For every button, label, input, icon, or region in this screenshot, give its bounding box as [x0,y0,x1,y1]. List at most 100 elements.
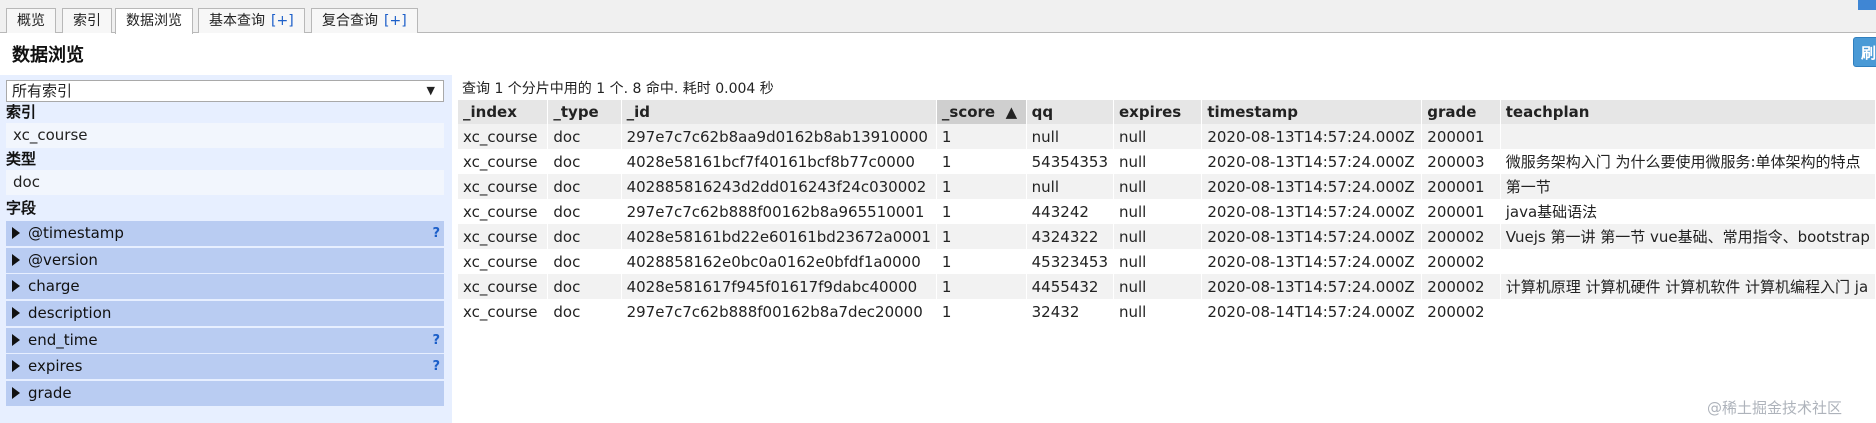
table-cell: 1 [936,224,1027,249]
type-heading: 类型 [6,150,37,168]
field-item-grade[interactable]: grade [6,381,444,407]
add-basic-query-link[interactable]: [+] [271,13,294,29]
index-filter-item[interactable]: xc_course [6,123,444,148]
table-row[interactable]: xc_course doc 4028e58161bcf7f40161bcf8b77c… [458,149,1876,174]
column-header-index[interactable]: _index [458,100,549,124]
table-cell: 1 [936,249,1027,274]
field-item-description[interactable]: description [6,301,444,327]
field-item-expires[interactable]: expires ? [6,354,444,380]
table-row[interactable]: xc_course doc 4028858162e0bc0a0162e0bfdf1a… [458,249,1876,274]
table-cell: 1 [936,299,1027,324]
table-cell: null [1113,249,1202,274]
field-name: description [28,304,112,323]
field-item-charge[interactable]: charge [6,274,444,300]
table-cell: 200002 [1421,249,1501,274]
table-cell: doc [547,174,622,199]
tab-overview[interactable]: 概览 [6,8,56,33]
column-header-expires[interactable]: expires [1113,100,1203,124]
field-name: charge [28,277,80,296]
table-cell: 443242 [1026,199,1114,224]
table-cell: 200002 [1421,299,1501,324]
table-cell: 200003 [1421,149,1501,174]
table-cell: 2020-08-13T14:57:24.000Z [1201,149,1422,174]
table-cell: 54354353 [1026,149,1114,174]
help-icon[interactable]: ? [432,221,440,246]
results-body: xc_course doc 297e7c7c62b8aa9d0162b8ab1391… [458,124,1876,324]
table-row[interactable]: xc_course doc 402885816243d2dd016243f24c03… [458,174,1876,199]
tab-compound-query[interactable]: 复合查询 [+] [311,8,418,33]
table-cell: 1 [936,174,1027,199]
column-header-timestamp[interactable]: timestamp [1201,100,1423,124]
page-title: 数据浏览 [12,45,84,66]
field-item-end-time[interactable]: end_time ? [6,327,444,353]
table-cell [1500,299,1876,324]
refresh-button[interactable]: 刷 [1853,37,1876,67]
help-icon[interactable]: ? [432,354,440,379]
table-cell: 2020-08-13T14:57:24.000Z [1201,224,1422,249]
index-select[interactable]: 所有索引 ▼ [6,80,444,102]
field-item-version[interactable]: @version [6,247,444,273]
table-cell: 200002 [1421,224,1501,249]
table-cell: Vuejs 第一讲 第一节 vue基础、常用指令、bootstrap [1500,224,1876,249]
tab-indices[interactable]: 索引 [62,8,112,33]
tab-label: 复合查询 [322,13,378,29]
watermark: @稀土掘金技术社区 [1707,399,1843,417]
expand-triangle-icon [12,333,20,346]
table-row[interactable]: xc_course doc 297e7c7c62b888f00162b8a7dec2… [458,299,1876,324]
table-cell: 200001 [1421,174,1501,199]
header-row: _index _type _id _score ▲ qq expires tim… [458,100,1876,124]
tab-basic-query[interactable]: 基本查询 [+] [198,8,305,33]
table-cell: 4028858162e0bc0a0162e0bfdf1a0000 [621,249,937,274]
add-compound-query-link[interactable]: [+] [384,13,407,29]
table-cell: 微服务架构入门 为什么要使用微服务:单体架构的特点 [1500,149,1876,174]
table-cell: null [1113,224,1202,249]
table-cell: null [1026,124,1114,149]
table-cell: 200002 [1421,274,1501,299]
column-header-score[interactable]: _score ▲ [936,100,1027,124]
expand-triangle-icon [12,307,20,320]
table-cell: null [1113,199,1202,224]
field-name: @timestamp [28,224,124,242]
table-row[interactable]: xc_course doc 4028e581617f945f01617f9dabc4… [458,274,1876,299]
table-cell: 计算机原理 计算机硬件 计算机软件 计算机编程入门 ja [1500,274,1876,299]
table-row[interactable]: xc_course doc 297e7c7c62b8aa9d0162b8ab1391… [458,124,1876,149]
table-cell: doc [547,124,622,149]
table-cell: 4028e58161bcf7f40161bcf8b77c0000 [621,149,937,174]
table-cell: doc [547,149,622,174]
table-cell: 1 [936,274,1027,299]
expand-triangle-icon [12,280,20,293]
column-header-grade[interactable]: grade [1421,100,1501,124]
column-header-teachplan[interactable]: teachplan [1500,100,1876,124]
table-cell: xc_course [458,274,548,299]
table-cell: 2020-08-14T14:57:24.000Z [1201,299,1422,324]
table-cell: doc [547,224,622,249]
table-row[interactable]: xc_course doc 297e7c7c62b888f00162b8a96551… [458,199,1876,224]
table-cell: xc_course [458,149,548,174]
type-filter-item[interactable]: doc [6,170,444,195]
dropdown-arrow-icon: ▼ [426,84,435,97]
help-icon[interactable]: ? [432,328,440,353]
table-cell: 2020-08-13T14:57:24.000Z [1201,199,1422,224]
query-summary: 查询 1 个分片中用的 1 个. 8 命中. 耗时 0.004 秒 [462,81,774,97]
expand-triangle-icon [12,253,20,266]
table-cell: xc_course [458,124,548,149]
table-row[interactable]: xc_course doc 4028e58161bd22e60161bd23672a… [458,224,1876,249]
table-cell: xc_course [458,224,548,249]
expand-triangle-icon [12,360,20,373]
table-cell: 1 [936,199,1027,224]
table-cell: xc_course [458,299,548,324]
table-cell: doc [547,299,622,324]
field-name: expires [28,357,83,376]
table-cell: 200001 [1421,199,1501,224]
table-cell: 297e7c7c62b888f00162b8a965510001 [621,199,937,224]
table-cell: xc_course [458,249,548,274]
tab-data-browse[interactable]: 数据浏览 [115,8,193,34]
column-header-id[interactable]: _id [621,100,937,124]
table-cell: null [1113,124,1202,149]
column-header-qq[interactable]: qq [1026,100,1115,124]
column-header-type[interactable]: _type [547,100,622,124]
table-cell: 4324322 [1026,224,1114,249]
expand-triangle-icon [12,387,20,400]
field-item-timestamp[interactable]: @timestamp ? [6,221,444,246]
field-name: end_time [28,330,98,349]
